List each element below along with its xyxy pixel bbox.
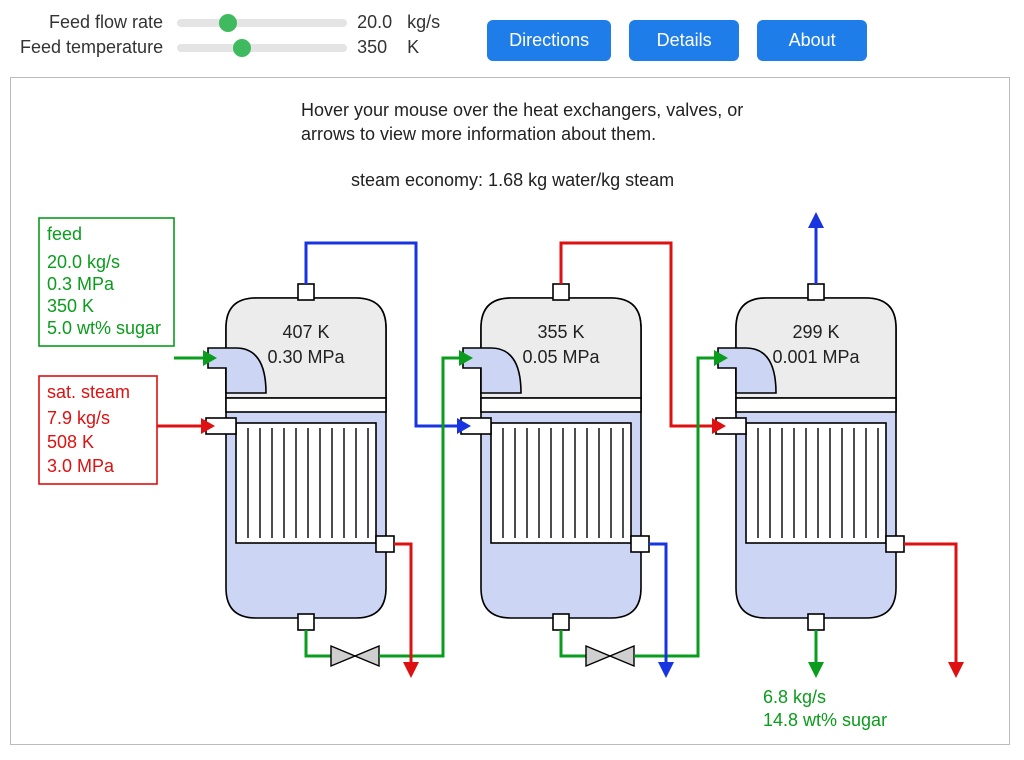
temp-label: Feed temperature	[20, 37, 167, 58]
effect2-press: 0.05 MPa	[522, 347, 600, 367]
valve-2[interactable]	[586, 646, 634, 666]
valve-1[interactable]	[331, 646, 379, 666]
steam-title: sat. steam	[47, 382, 130, 402]
evaporator-3[interactable]: 299 K 0.001 MPa	[716, 284, 904, 630]
feed-l3: 350 K	[47, 296, 94, 316]
steam-l1: 7.9 kg/s	[47, 408, 110, 428]
effect3-press: 0.001 MPa	[772, 347, 860, 367]
controls-panel: Feed flow rate 20.0 kg/s Feed temperatur…	[20, 12, 447, 58]
effect2-temp: 355 K	[537, 322, 584, 342]
about-button[interactable]: About	[757, 20, 867, 61]
diagram-canvas: Hover your mouse over the heat exchanger…	[10, 77, 1010, 745]
product-l1: 6.8 kg/s	[763, 687, 826, 707]
liq-e1-to-e2[interactable]	[379, 358, 459, 656]
hint-text-2: arrows to view more information about th…	[301, 124, 656, 144]
flow-slider-thumb[interactable]	[219, 14, 237, 32]
liq-e2-drop[interactable]	[561, 630, 586, 656]
evaporator-2[interactable]: 355 K 0.05 MPa	[461, 284, 649, 630]
details-button[interactable]: Details	[629, 20, 739, 61]
temp-value: 350	[357, 37, 397, 58]
temp-slider-thumb[interactable]	[233, 39, 251, 57]
feed-title: feed	[47, 224, 82, 244]
evaporator-1[interactable]: 407 K 0.30 MPa	[206, 284, 394, 630]
flow-slider[interactable]	[177, 19, 347, 27]
steam-l3: 3.0 MPa	[47, 456, 115, 476]
cond-e3-out[interactable]	[904, 544, 956, 662]
directions-button[interactable]: Directions	[487, 20, 611, 61]
effect1-temp: 407 K	[282, 322, 329, 342]
steam-economy-label: steam economy: 1.68 kg water/kg steam	[351, 170, 674, 190]
feed-l4: 5.0 wt% sugar	[47, 318, 161, 338]
effect1-press: 0.30 MPa	[267, 347, 345, 367]
flow-value: 20.0	[357, 12, 397, 33]
temp-unit: K	[407, 37, 447, 58]
liq-e2-to-e3[interactable]	[634, 358, 714, 656]
temp-slider[interactable]	[177, 44, 347, 52]
effect3-temp: 299 K	[792, 322, 839, 342]
button-bar: Directions Details About	[487, 20, 867, 61]
steam-l2: 508 K	[47, 432, 94, 452]
hint-text-1: Hover your mouse over the heat exchanger…	[301, 100, 743, 120]
flow-label: Feed flow rate	[20, 12, 167, 33]
cond-e1-out[interactable]	[394, 544, 411, 662]
feed-l1: 20.0 kg/s	[47, 252, 120, 272]
flow-unit: kg/s	[407, 12, 447, 33]
product-l2: 14.8 wt% sugar	[763, 710, 887, 730]
feed-l2: 0.3 MPa	[47, 274, 115, 294]
liq-e1-drop[interactable]	[306, 630, 331, 656]
cond-e2-out[interactable]	[649, 544, 666, 662]
